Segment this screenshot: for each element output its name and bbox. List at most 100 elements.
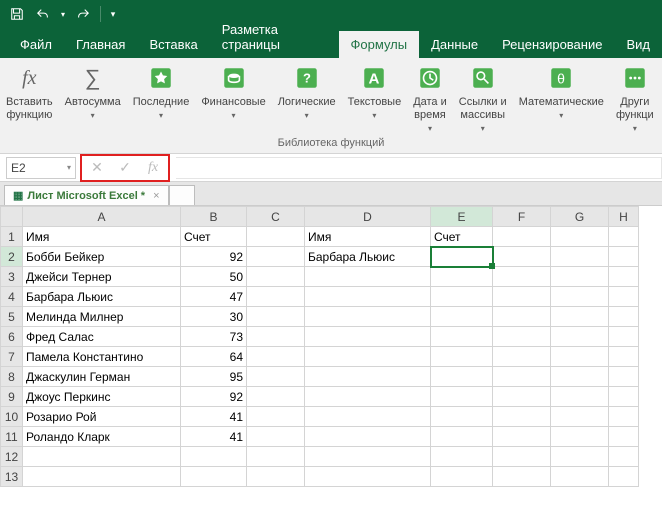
row-header[interactable]: 11 [1,427,23,447]
cell[interactable]: 92 [181,387,247,407]
new-sheet-tab[interactable] [169,185,195,205]
cell[interactable]: 92 [181,247,247,267]
cell[interactable] [247,327,305,347]
cell[interactable] [431,307,493,327]
cell[interactable] [431,407,493,427]
cell[interactable] [493,367,551,387]
row-header[interactable]: 2 [1,247,23,267]
cell[interactable] [247,307,305,327]
cell[interactable] [493,307,551,327]
cell[interactable] [493,347,551,367]
formula-input[interactable] [176,157,662,179]
cell[interactable] [609,407,639,427]
cell[interactable]: Мелинда Милнер [23,307,181,327]
undo-icon[interactable] [32,3,54,25]
cell[interactable] [247,367,305,387]
col-header-B[interactable]: B [181,207,247,227]
cell[interactable] [551,407,609,427]
cell[interactable] [609,367,639,387]
tab-page-layout[interactable]: Разметка страницы [210,16,339,58]
cell[interactable] [247,447,305,467]
cell[interactable] [431,327,493,347]
cell[interactable]: Барбара Льюис [23,287,181,307]
cell[interactable] [493,287,551,307]
cell[interactable] [551,327,609,347]
cell[interactable] [431,447,493,467]
financial-button[interactable]: Финансовые ▾ [195,58,271,135]
cell[interactable]: Барбара Льюис [305,247,431,267]
cell[interactable]: 30 [181,307,247,327]
col-header-E[interactable]: E [431,207,493,227]
cell[interactable] [247,467,305,487]
cell[interactable] [305,387,431,407]
cell[interactable] [247,407,305,427]
col-header-C[interactable]: C [247,207,305,227]
cell[interactable] [305,287,431,307]
cell[interactable]: 73 [181,327,247,347]
row-header[interactable]: 12 [1,447,23,467]
col-header-G[interactable]: G [551,207,609,227]
row-header[interactable]: 3 [1,267,23,287]
cell[interactable]: Джоус Перкинс [23,387,181,407]
tab-home[interactable]: Главная [64,31,137,58]
cancel-icon[interactable]: ✕ [86,158,108,178]
cell[interactable] [305,367,431,387]
cell[interactable] [305,427,431,447]
cell[interactable] [551,447,609,467]
cell[interactable] [431,387,493,407]
tab-view[interactable]: Вид [614,31,662,58]
enter-icon[interactable]: ✓ [114,158,136,178]
text-button[interactable]: A Текстовые ▾ [342,58,408,135]
cell[interactable]: Розарио Рой [23,407,181,427]
customize-qat-icon[interactable]: ▾ [107,3,119,25]
cell[interactable] [493,467,551,487]
cell[interactable] [609,267,639,287]
col-header-A[interactable]: A [23,207,181,227]
cell[interactable] [493,247,551,267]
cell[interactable] [23,447,181,467]
cell[interactable]: Фред Салас [23,327,181,347]
row-header[interactable]: 1 [1,227,23,247]
cell[interactable]: 41 [181,407,247,427]
cell[interactable] [493,447,551,467]
cell[interactable] [305,347,431,367]
cell[interactable] [551,307,609,327]
cell[interactable] [551,227,609,247]
cell[interactable] [551,387,609,407]
insert-function-button[interactable]: fx Вставить функцию [0,58,59,135]
cell[interactable]: Роландо Кларк [23,427,181,447]
cell[interactable] [305,467,431,487]
col-header-H[interactable]: H [609,207,639,227]
cell[interactable] [431,287,493,307]
cell[interactable] [247,427,305,447]
row-header[interactable]: 7 [1,347,23,367]
row-header[interactable]: 9 [1,387,23,407]
cell[interactable] [551,247,609,267]
cell[interactable]: Памела Константино [23,347,181,367]
cell[interactable] [609,427,639,447]
cell[interactable]: Имя [305,227,431,247]
cell[interactable] [247,287,305,307]
logical-button[interactable]: ? Логические ▾ [272,58,342,135]
math-button[interactable]: θ Математические ▾ [513,58,610,135]
row-header[interactable]: 6 [1,327,23,347]
cell[interactable] [609,347,639,367]
cell[interactable] [431,427,493,447]
cell[interactable] [609,247,639,267]
cell[interactable]: 47 [181,287,247,307]
col-header-D[interactable]: D [305,207,431,227]
cell[interactable] [431,367,493,387]
cell[interactable] [431,247,493,267]
cell[interactable] [551,347,609,367]
spreadsheet-grid[interactable]: A B C D E F G H 1ИмяСчетИмяСчет2Бобби Бе… [0,206,639,487]
cell[interactable] [551,287,609,307]
redo-icon[interactable] [72,3,94,25]
cell[interactable] [181,467,247,487]
col-header-F[interactable]: F [493,207,551,227]
cell[interactable] [551,367,609,387]
cell[interactable] [305,447,431,467]
row-header[interactable]: 4 [1,287,23,307]
row-header[interactable]: 10 [1,407,23,427]
cell[interactable]: Бобби Бейкер [23,247,181,267]
cell[interactable] [609,467,639,487]
